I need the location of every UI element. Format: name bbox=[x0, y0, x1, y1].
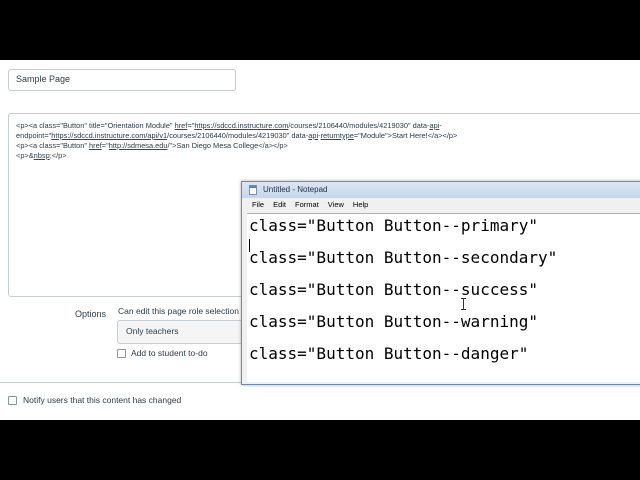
notepad-menubar: File Edit Format View Help bbox=[242, 200, 640, 212]
page-title-value: Sample Page bbox=[16, 74, 71, 84]
canvas-page-editor: Sample Page <p><a class="Button" title="… bbox=[0, 60, 640, 420]
notepad-line: class="Button Button--danger" bbox=[249, 344, 529, 363]
code-line-3: <p><a class="Button" href="http://sdmesa… bbox=[16, 141, 288, 150]
add-todo-checkbox[interactable] bbox=[117, 348, 126, 358]
code-line-1: <p><a class="Button" title="Orientation … bbox=[16, 121, 442, 130]
add-todo-label: Add to student to-do bbox=[131, 348, 208, 358]
page-title-input[interactable]: Sample Page bbox=[8, 69, 236, 91]
options-label: Options bbox=[75, 309, 107, 319]
role-select[interactable]: Only teachers bbox=[117, 320, 259, 344]
role-select-value: Only teachers bbox=[126, 326, 179, 336]
notepad-title: Untitled - Notepad bbox=[263, 185, 328, 194]
menu-help[interactable]: Help bbox=[353, 200, 368, 209]
menu-file[interactable]: File bbox=[252, 200, 264, 209]
ibeam-cursor-icon bbox=[461, 298, 466, 310]
notepad-line: class="Button Button--success" bbox=[249, 280, 538, 299]
notepad-line: class="Button Button--primary" bbox=[249, 216, 538, 235]
menu-edit[interactable]: Edit bbox=[273, 200, 286, 209]
notepad-line: class="Button Button--warning" bbox=[249, 312, 538, 331]
can-edit-label: Can edit this page role selection bbox=[118, 306, 239, 316]
notify-label: Notify users that this content has chang… bbox=[23, 395, 182, 405]
notify-option[interactable]: Notify users that this content has chang… bbox=[8, 395, 181, 405]
code-line-4: <p>&nbsp;</p> bbox=[16, 151, 67, 160]
menu-view[interactable]: View bbox=[328, 200, 344, 209]
html-code: <p><a class="Button" title="Orientation … bbox=[16, 121, 576, 161]
notepad-icon bbox=[249, 185, 257, 195]
notepad-line: class="Button Button--secondary" bbox=[249, 248, 558, 267]
notepad-window[interactable]: Untitled - Notepad File Edit Format View Hel… bbox=[241, 181, 640, 385]
notepad-text-area[interactable]: class="Button Button--primary" class="Bu… bbox=[247, 213, 640, 382]
code-line-2: endpoint="https://sdccd.instructure.com/… bbox=[16, 131, 458, 140]
add-todo-option[interactable]: Add to student to-do bbox=[117, 348, 208, 358]
notepad-titlebar[interactable]: Untitled - Notepad bbox=[242, 182, 640, 198]
menu-format[interactable]: Format bbox=[295, 200, 319, 209]
notify-checkbox[interactable] bbox=[8, 395, 17, 405]
